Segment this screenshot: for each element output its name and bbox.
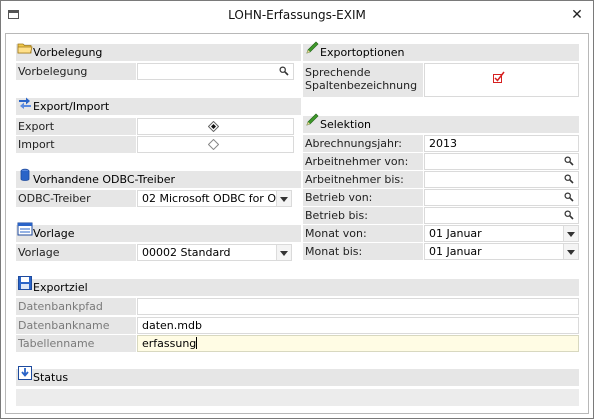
betrieb-bis-field[interactable] [424,207,579,224]
status-bar [16,389,579,406]
section-header-odbc: Vorhandene ODBC-Treiber [16,168,301,188]
monat-bis-label: Monat bis: [303,243,423,260]
save-disk-icon [18,276,32,290]
search-icon[interactable] [564,174,574,184]
datenbankname-label: Datenbankname [16,317,136,334]
section-header-vorlage: Vorlage [16,222,301,242]
section-header-exportziel: Exportziel [16,276,579,296]
arbeitnehmer-von-field[interactable] [424,153,579,170]
arbeitnehmer-bis-field[interactable] [424,171,579,188]
section-title: Exportoptionen [320,46,405,59]
section-title: Vorbelegung [33,46,103,59]
database-icon [20,168,30,181]
vorlage-label: Vorlage [16,244,136,261]
section-header-status: Status [16,366,579,386]
spaltenbezeichnung-label: Sprechende Spaltenbezeichnung [303,63,423,97]
search-icon[interactable] [279,66,289,76]
tabellenname-field[interactable]: erfassung [137,335,579,352]
import-radio[interactable] [208,139,219,150]
arbeitnehmer-bis-label: Arbeitnehmer bis: [303,171,423,188]
abrechnungsjahr-value: 2013 [429,137,457,150]
vorlage-value: 00002 Standard [142,246,231,259]
datenbankpfad-field[interactable] [137,298,579,315]
search-icon[interactable] [564,156,574,166]
spaltenbezeichnung-label-line2: Spaltenbezeichnung [305,79,418,92]
spaltenbezeichnung-checkbox-field[interactable] [424,63,579,97]
section-header-vorbelegung: Vorbelegung [16,43,301,61]
window-title: LOHN-Erfassungs-EXIM [228,8,366,22]
odbc-dropdown[interactable]: 02 Microsoft ODBC for Oracle [137,190,292,207]
monat-von-dropdown[interactable]: 01 Januar [424,225,579,242]
vorlage-dropdown-arrow[interactable] [276,245,291,260]
export-radio-field[interactable] [137,118,294,135]
template-list-icon [17,222,33,236]
datenbankname-field[interactable]: daten.mdb [137,317,579,334]
section-title: Export/Import [33,100,110,113]
search-icon[interactable] [564,192,574,202]
search-icon[interactable] [564,210,574,220]
pencil-icon [306,113,319,126]
vorbelegung-label: Vorbelegung [16,63,136,80]
section-header-exportoptionen: Exportoptionen [303,41,579,61]
betrieb-von-label: Betrieb von: [303,189,423,206]
pencil-icon [306,41,319,54]
import-radio-field[interactable] [137,136,294,153]
section-title: Vorlage [33,227,75,240]
monat-bis-value: 01 Januar [429,245,482,258]
monat-bis-dropdown-arrow[interactable] [563,244,578,259]
monat-von-dropdown-arrow[interactable] [563,226,578,241]
tabellenname-label: Tabellenname [16,335,136,352]
abrechnungsjahr-field[interactable]: 2013 [424,135,579,152]
text-caret [196,337,198,349]
checkbox-checked-icon[interactable] [493,71,505,83]
vorbelegung-field[interactable] [137,63,294,80]
arbeitnehmer-von-label: Arbeitnehmer von: [303,153,423,170]
dialog-content: Vorbelegung Vorbelegung Export/Import Ex… [5,33,589,414]
betrieb-von-field[interactable] [424,189,579,206]
section-title: Selektion [320,118,372,131]
export-import-icon [19,97,31,109]
title-bar: LOHN-Erfassungs-EXIM ✕ [1,1,593,29]
odbc-dropdown-arrow[interactable] [276,191,291,206]
section-title: Status [33,371,69,384]
odbc-label: ODBC-Treiber [16,190,136,207]
vorlage-dropdown[interactable]: 00002 Standard [137,244,292,261]
spaltenbezeichnung-label-line1: Sprechende [305,66,371,79]
monat-von-label: Monat von: [303,225,423,242]
datenbankpfad-label: Datenbankpfad [16,298,136,315]
monat-von-value: 01 Januar [429,227,482,240]
import-label: Import [16,136,136,153]
tabellenname-value: erfassung [142,337,197,350]
datenbankname-value: daten.mdb [142,319,202,332]
main-window: LOHN-Erfassungs-EXIM ✕ Vorbelegung Vorbe… [0,0,594,419]
odbc-value: 02 Microsoft ODBC for Oracle [142,192,292,205]
section-header-selektion: Selektion [303,113,579,133]
section-header-export-import: Export/Import [16,97,301,115]
export-radio[interactable] [208,121,219,132]
betrieb-bis-label: Betrieb bis: [303,207,423,224]
monat-bis-dropdown[interactable]: 01 Januar [424,243,579,260]
section-title: Vorhandene ODBC-Treiber [33,173,176,186]
export-label: Export [16,118,136,135]
close-button[interactable]: ✕ [561,3,593,27]
folder-icon [17,43,33,54]
abrechnungsjahr-label: Abrechnungsjahr: [303,135,423,152]
section-title: Exportziel [33,281,88,294]
status-arrow-icon [18,366,32,380]
